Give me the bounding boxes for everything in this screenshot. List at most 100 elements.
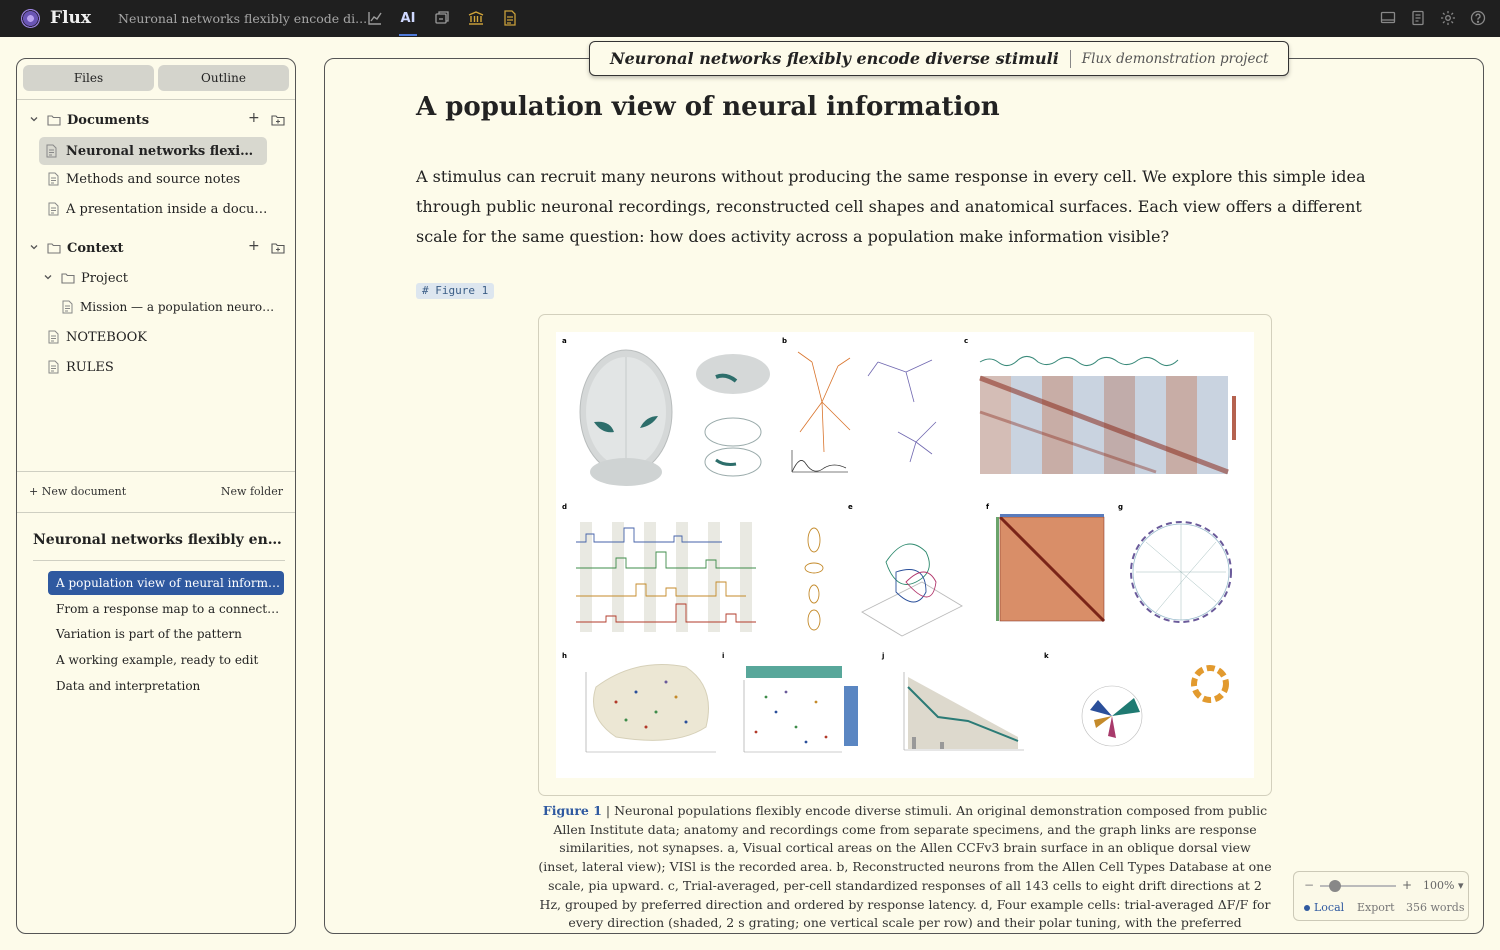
export-button[interactable]: Export (1357, 901, 1395, 914)
tab-files[interactable]: Files (23, 65, 154, 91)
panel-letter: k (1044, 652, 1049, 660)
divider (1069, 49, 1071, 68)
outline-item[interactable]: From a response map to a connected ... (48, 597, 284, 621)
document-label: Mission — a population neuroscie... (80, 300, 280, 314)
figure-image: a b c d e f g h i j k (556, 332, 1254, 778)
document-icon (62, 300, 73, 318)
outline-item[interactable]: A working example, ready to edit (48, 648, 284, 672)
divider (17, 512, 295, 513)
folder-icon (47, 241, 61, 258)
figure-caption-text: | Neuronal populations flexibly encode d… (538, 803, 1272, 931)
zoom-out-button[interactable]: − (1304, 878, 1314, 892)
new-folder-icon[interactable] (271, 241, 285, 258)
trajectory-panel (861, 543, 963, 637)
book-icon[interactable] (1409, 9, 1427, 27)
layers-icon[interactable] (433, 9, 451, 27)
figure-tag[interactable]: # Figure 1 (416, 283, 495, 299)
editor-panel: A population view of neural information … (324, 58, 1484, 934)
sidebar-item-rules[interactable]: RULES (17, 354, 287, 380)
polar-panel (1081, 665, 1229, 747)
figure-panels: a b c d e f g h i j k (562, 337, 1236, 753)
frequency-panel (903, 672, 1024, 751)
new-folder-button[interactable]: New folder (221, 485, 283, 498)
document-label: Methods and source notes (66, 171, 241, 187)
help-icon[interactable] (1469, 9, 1487, 27)
add-document-icon[interactable]: + (248, 238, 260, 254)
panel-letter: h (562, 652, 567, 660)
zoom-level-value: 100% (1423, 879, 1455, 892)
panel-letter: j (881, 652, 884, 660)
sidebar-tabs: Files Outline (23, 65, 289, 91)
document-title-chip[interactable]: Neuronal networks flexibly encode divers… (589, 41, 1290, 76)
sidebar-item-current-document[interactable]: Neuronal networks flexibly ... (39, 137, 267, 165)
neuron-panel (791, 351, 937, 473)
document-icon (48, 172, 59, 190)
add-document-icon[interactable]: + (248, 110, 260, 126)
ai-button[interactable]: AI (399, 9, 417, 27)
document-label: NOTEBOOK (66, 329, 148, 345)
documents-label: Documents (67, 112, 150, 128)
chevron-down-icon[interactable] (29, 242, 41, 254)
library-icon[interactable] (467, 9, 485, 27)
panel-letter: d (562, 503, 567, 511)
divider (33, 560, 285, 561)
gear-icon[interactable] (1439, 9, 1457, 27)
chevron-down-icon[interactable] (43, 272, 55, 284)
sidebar-item-methods[interactable]: Methods and source notes (17, 166, 287, 192)
display-icon[interactable] (1379, 9, 1397, 27)
panel-letter: g (1118, 503, 1123, 511)
word-count: 356 words (1406, 901, 1465, 914)
panel-letter: c (964, 337, 968, 345)
zoom-status-box: − + 100% ▾ Local Export 356 words (1293, 871, 1469, 921)
document-icon (48, 330, 59, 348)
tab-outline[interactable]: Outline (158, 65, 289, 91)
panel-letter: i (722, 652, 724, 660)
sidebar-item-mission[interactable]: Mission — a population neuroscie... (17, 294, 287, 320)
outline-item[interactable]: A population view of neural informati... (48, 571, 284, 595)
document-label: A presentation inside a document (66, 201, 276, 217)
local-status[interactable]: Local (1304, 901, 1344, 914)
document-icon (46, 144, 57, 162)
zoom-in-button[interactable]: + (1402, 878, 1412, 892)
new-folder-icon[interactable] (271, 113, 285, 130)
status-dot-icon (1304, 904, 1310, 911)
document-label: Neuronal networks flexibly ... (66, 143, 262, 159)
document-icon (48, 202, 59, 220)
sidebar-item-presentation[interactable]: A presentation inside a document (17, 196, 287, 222)
active-tool-indicator (399, 34, 417, 36)
document-icon (48, 360, 59, 378)
current-document-title[interactable]: Neuronal networks flexibly encode di... (118, 11, 367, 26)
chip-project: Flux demonstration project (1081, 50, 1269, 67)
project-label: Project (81, 270, 129, 286)
folder-context[interactable]: Context + (17, 235, 287, 261)
figure-caption[interactable]: Figure 1 | Neuronal populations flexibly… (538, 802, 1272, 933)
brand-name[interactable]: Flux (50, 8, 91, 28)
sidebar-item-notebook[interactable]: NOTEBOOK (17, 324, 287, 350)
divider (17, 471, 295, 472)
chart-icon[interactable] (366, 9, 384, 27)
scatter-panel (585, 664, 716, 753)
section-heading[interactable]: A population view of neural information (416, 92, 1000, 122)
document-icon[interactable] (501, 9, 519, 27)
local-label: Local (1314, 901, 1345, 914)
heatmap-panel (979, 356, 1236, 475)
outline-item[interactable]: Data and interpretation (48, 674, 284, 698)
zoom-slider-thumb[interactable] (1329, 880, 1342, 892)
circular-graph-panel (1130, 521, 1232, 623)
zoom-level-select[interactable]: 100% ▾ (1423, 879, 1463, 892)
folder-icon (47, 113, 61, 130)
folder-documents[interactable]: Documents + (17, 107, 287, 133)
context-label: Context (67, 240, 124, 256)
body-paragraph[interactable]: A stimulus can recruit many neurons with… (416, 162, 1366, 252)
outline-title: Neuronal networks flexibly enc... (33, 532, 285, 548)
folder-project[interactable]: Project (17, 265, 287, 291)
figure-frame[interactable]: a b c d e f g h i j k (538, 314, 1272, 796)
flux-logo-icon[interactable] (21, 9, 40, 28)
top-bar: Flux Neuronal networks flexibly encode d… (0, 0, 1500, 37)
new-document-button[interactable]: + New document (29, 485, 126, 498)
brain-panel (579, 349, 770, 486)
outline-item[interactable]: Variation is part of the pattern (48, 622, 284, 646)
sidebar: Files Outline Documents + Neuronal netwo… (16, 58, 296, 934)
chip-title: Neuronal networks flexibly encode divers… (610, 49, 1059, 68)
chevron-down-icon[interactable] (29, 114, 41, 126)
